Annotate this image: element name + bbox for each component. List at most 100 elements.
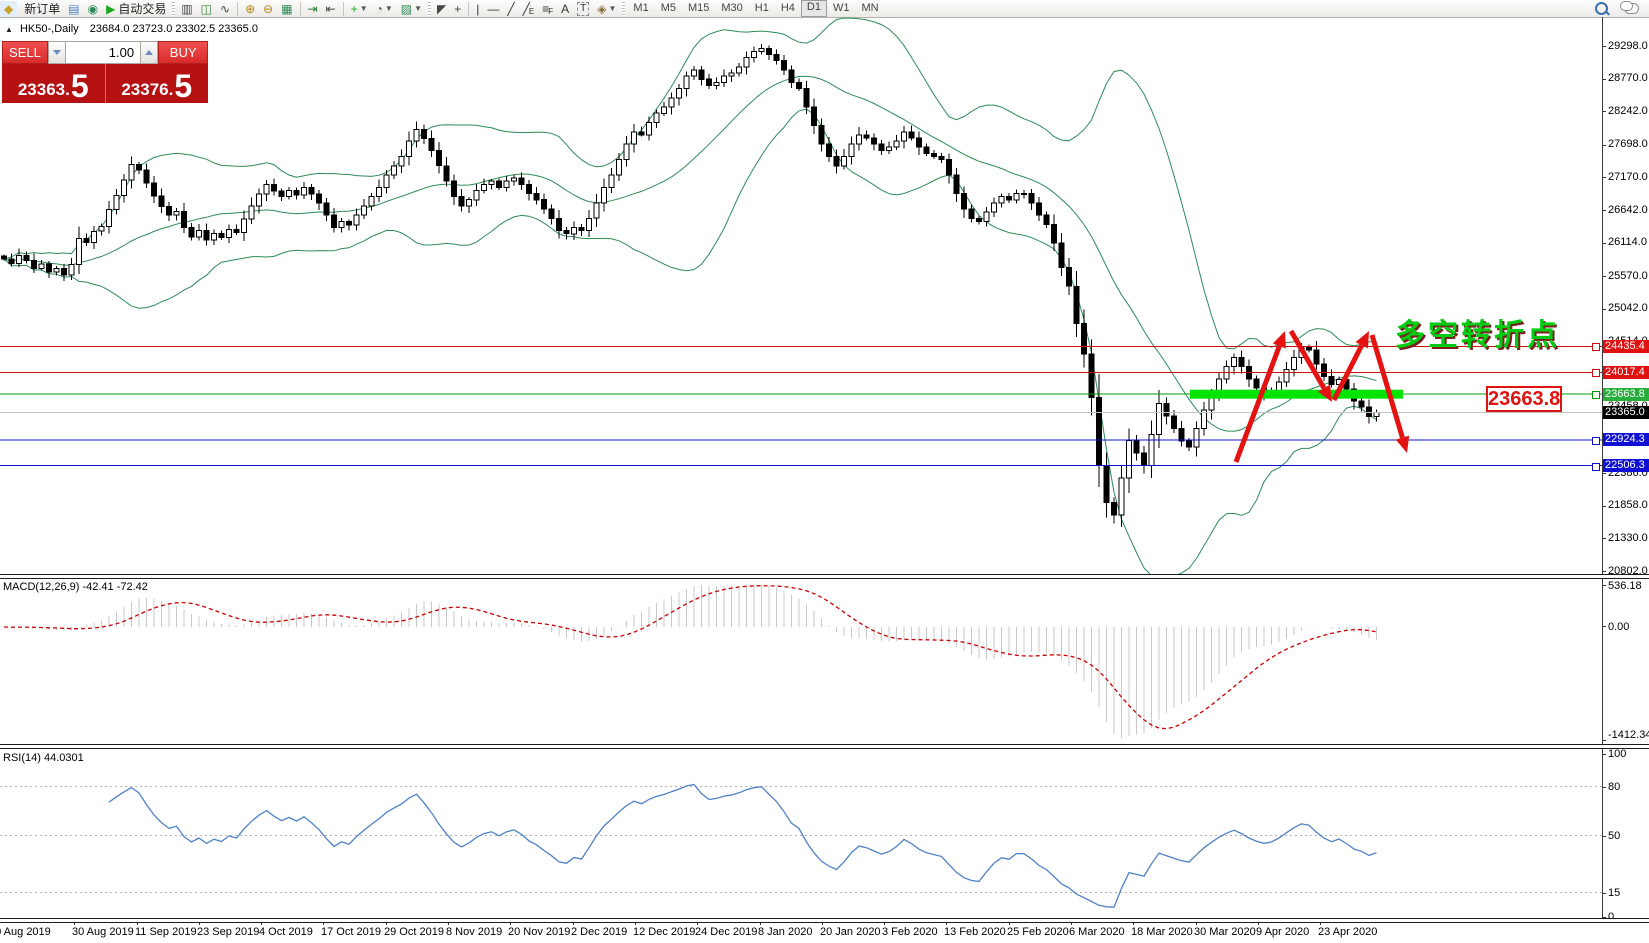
line-anchor-square — [1592, 343, 1600, 351]
rsi-axis-tick — [1602, 836, 1606, 837]
timeframe-m1[interactable]: M1 — [627, 1, 654, 16]
candle — [47, 264, 52, 272]
volume-decrease-button[interactable] — [48, 41, 66, 64]
date-tick-label: 8 Nov 2019 — [446, 926, 502, 938]
periods-icon[interactable]: ◔▼ — [372, 1, 397, 17]
tile-windows-icon[interactable]: ▦ — [277, 1, 296, 17]
volume-increase-button[interactable] — [140, 41, 158, 64]
candle — [722, 76, 727, 82]
date-tick-label: 20 Jan 2020 — [820, 926, 881, 938]
search-button[interactable] — [1591, 1, 1612, 17]
timeframe-m30[interactable]: M30 — [715, 1, 748, 16]
autotrading-button[interactable]: ▶自动交易 — [102, 1, 170, 17]
candle — [294, 191, 299, 195]
candle — [1022, 194, 1027, 195]
price-tick-mark — [1602, 177, 1606, 178]
bollinger-upper-band[interactable] — [4, 18, 1377, 349]
text-icon[interactable]: A — [557, 1, 573, 17]
chart-shift-icon[interactable]: ⇤ — [322, 1, 340, 17]
candlestick-chart-icon[interactable]: ◫ — [197, 1, 216, 17]
price-tick-label: 25570.0 — [1608, 270, 1648, 282]
timeframe-h4[interactable]: H4 — [775, 1, 801, 16]
candle — [279, 191, 284, 197]
macd-indicator-chart[interactable] — [0, 578, 1602, 744]
collapse-icon[interactable]: ▲ — [5, 25, 13, 34]
trendline-icon: ╱ — [507, 1, 514, 17]
text-label-icon[interactable]: T — [573, 1, 593, 17]
main-macd-splitter[interactable] — [0, 574, 1649, 579]
fibonacci-icon[interactable]: ≡F — [538, 1, 557, 17]
cursor-icon[interactable]: ◤ — [433, 1, 450, 17]
horizontal-line-icon[interactable]: — — [483, 1, 503, 17]
market-watch-icon[interactable]: ◆ — [0, 1, 17, 17]
timeframe-m15[interactable]: M15 — [682, 1, 715, 16]
navigator-icon[interactable]: ◉ — [84, 1, 102, 17]
date-tick-label: 13 Feb 2020 — [944, 926, 1006, 938]
candle — [804, 89, 809, 108]
timeframe-d1[interactable]: D1 — [801, 0, 827, 17]
timeframe-w1[interactable]: W1 — [827, 1, 856, 16]
candle — [1322, 364, 1327, 376]
rsi-dateaxis-splitter[interactable] — [0, 918, 1649, 923]
price-tick-mark — [1602, 276, 1606, 277]
candle — [1157, 404, 1162, 435]
line-chart-icon[interactable]: ∿ — [216, 1, 234, 17]
candle — [879, 144, 884, 150]
timeframe-mn[interactable]: MN — [855, 1, 884, 16]
sell-button[interactable]: SELL — [2, 41, 48, 64]
bollinger-lower-band[interactable] — [4, 109, 1377, 574]
macd-axis-label: -1412.34 — [1608, 729, 1649, 741]
candle — [1104, 466, 1109, 503]
spinner-up-icon — [145, 50, 153, 55]
candle — [1314, 350, 1319, 364]
annotation-text-object[interactable]: 多空转折点 — [1395, 310, 1560, 354]
candle — [1119, 478, 1124, 515]
candle — [684, 76, 689, 88]
candle — [887, 147, 892, 150]
zoom-out-icon: ⊖ — [263, 1, 273, 17]
new-order-button[interactable]: 新订单 — [17, 1, 64, 17]
date-tick-label: 12 Dec 2019 — [633, 926, 695, 938]
candle — [1179, 428, 1184, 440]
crosshair-icon[interactable]: + — [450, 1, 465, 17]
equidistant-channel-icon[interactable]: ╱E — [519, 1, 539, 17]
macd-rsi-splitter[interactable] — [0, 744, 1649, 749]
buy-price[interactable]: 23376.5 — [106, 64, 209, 103]
timeframe-m5[interactable]: M5 — [655, 1, 682, 16]
date-tick-label: 17 Oct 2019 — [321, 926, 381, 938]
indicators-icon[interactable]: +▼ — [347, 1, 372, 17]
autotrading-button-label: 自动交易 — [118, 0, 166, 17]
candle — [767, 48, 772, 54]
main-price-chart[interactable] — [0, 17, 1602, 574]
arrows-icon[interactable]: ◈▼ — [593, 1, 620, 17]
price-tick-mark — [1602, 506, 1606, 507]
trendline-icon[interactable]: ╱ — [503, 1, 518, 17]
one-click-prices: 23363.5 23376.5 — [2, 64, 208, 103]
date-axis[interactable]: 20 Aug 201930 Aug 201911 Sep 201923 Sep … — [0, 921, 1649, 943]
candle — [377, 187, 382, 196]
volume-input[interactable] — [66, 41, 140, 64]
price-callout-box[interactable]: 23663.8 — [1486, 386, 1562, 412]
candle — [1194, 428, 1199, 447]
zoom-in-icon[interactable]: ⊕ — [241, 1, 259, 17]
timeframe-h1[interactable]: H1 — [749, 1, 775, 16]
data-window-icon[interactable]: ▤ — [64, 1, 83, 17]
templates-icon[interactable]: ▨▼ — [397, 1, 426, 17]
candle — [489, 181, 494, 184]
toolbar-grip — [428, 2, 431, 16]
bollinger-middle-band[interactable] — [4, 76, 1377, 431]
candle — [917, 138, 922, 147]
sell-price[interactable]: 23363.5 — [2, 64, 106, 103]
rsi-indicator-chart[interactable] — [0, 748, 1602, 919]
auto-scroll-icon[interactable]: ⇥ — [304, 1, 322, 17]
candle — [467, 200, 472, 206]
support-highlight-bar[interactable] — [1190, 390, 1403, 399]
bar-chart-icon[interactable]: ▥ — [177, 1, 196, 17]
rsi-label: RSI(14) 44.0301 — [3, 752, 84, 764]
chat-button[interactable] — [1620, 1, 1643, 17]
candle — [1239, 357, 1244, 366]
zoom-out-icon[interactable]: ⊖ — [259, 1, 277, 17]
buy-button[interactable]: BUY — [158, 41, 208, 64]
candle — [662, 107, 667, 113]
vertical-line-icon[interactable]: | — [472, 1, 483, 17]
